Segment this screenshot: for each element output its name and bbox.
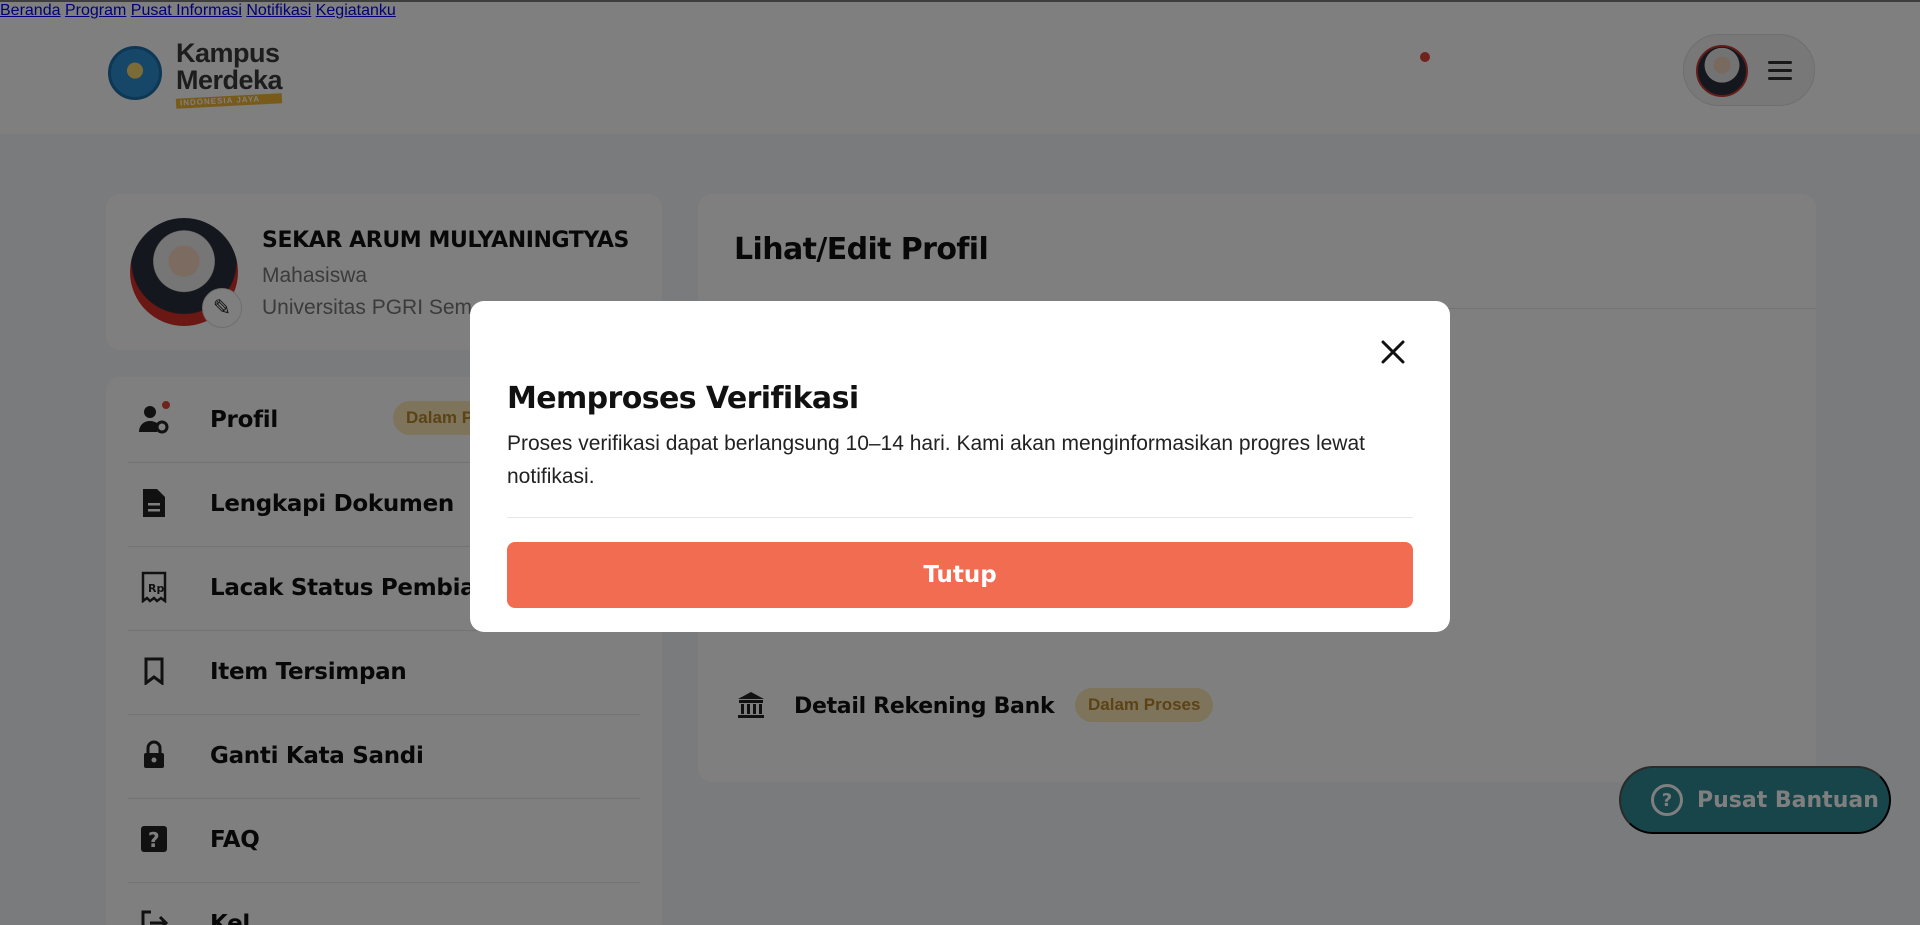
modal-title: Memproses Verifikasi xyxy=(507,381,859,416)
modal-message: Proses verifikasi dapat berlangsung 10–1… xyxy=(507,432,1365,488)
close-icon[interactable] xyxy=(1376,337,1410,371)
close-button[interactable]: Tutup xyxy=(507,542,1413,608)
modal-divider xyxy=(507,517,1413,518)
verification-modal: Memproses Verifikasi Proses verifikasi d… xyxy=(470,301,1450,632)
